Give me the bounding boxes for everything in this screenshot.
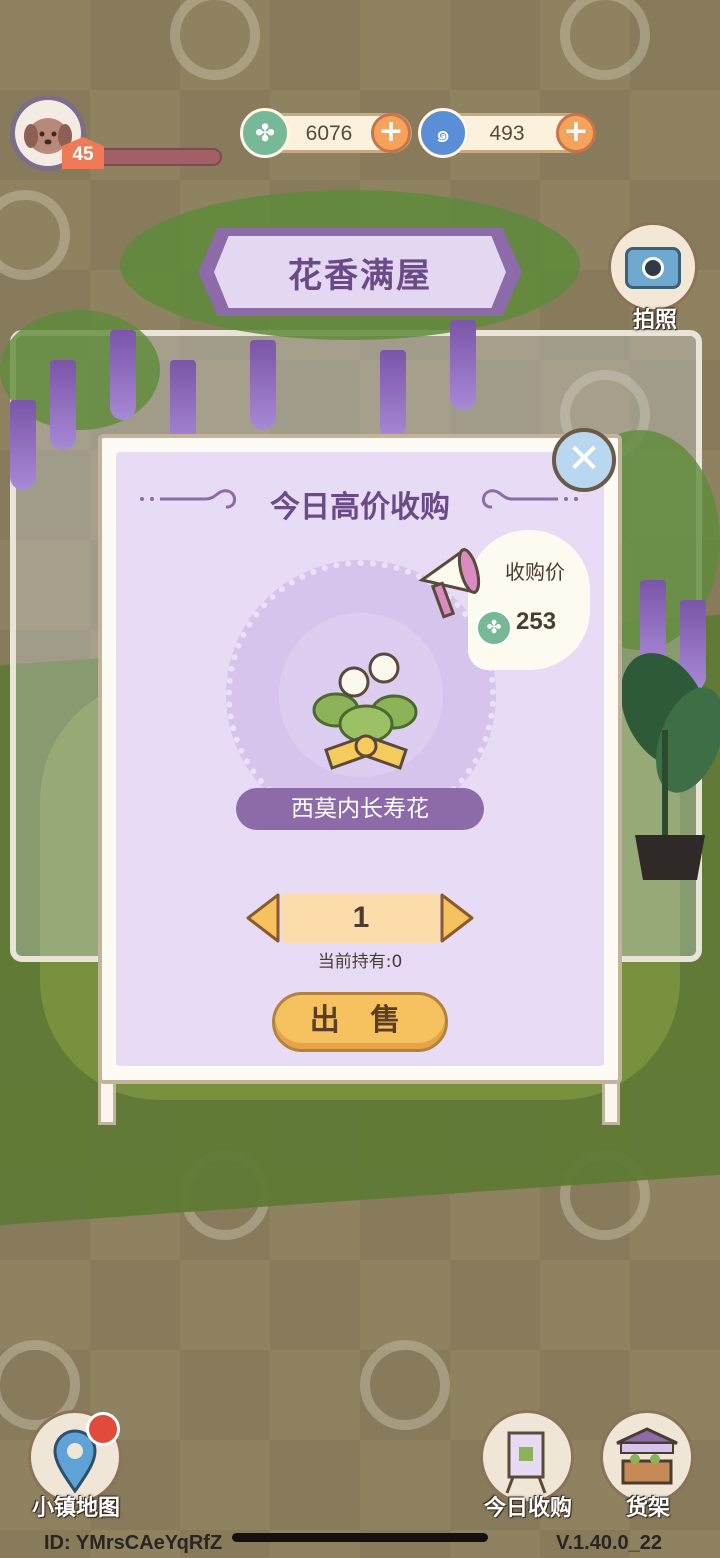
market-stall-icon <box>616 1427 678 1485</box>
shelf-label: 货架 <box>625 1496 670 1521</box>
title-flourish-right <box>482 489 578 509</box>
add-gem-button[interactable]: + <box>556 113 596 153</box>
camera-label: 拍照 <box>632 308 677 333</box>
sun-decoration <box>0 190 70 280</box>
sun-decoration <box>560 0 650 80</box>
add-clover-button[interactable]: + <box>371 113 411 153</box>
clover-currency-icon: ✤ <box>240 108 290 158</box>
today-purchase-label: 今日收购 <box>483 1496 572 1521</box>
title-flourish-left <box>140 489 236 509</box>
quantity-value: 1 <box>282 893 440 943</box>
kalanchoe-plant-icon <box>312 652 418 770</box>
close-button[interactable]: ✕ <box>552 428 616 492</box>
notification-dot <box>86 1412 120 1446</box>
wisteria-flower <box>50 360 76 450</box>
holding-count: 当前持有:0 <box>317 952 403 972</box>
experience-bar <box>96 148 222 166</box>
wisteria-flower <box>380 350 406 440</box>
wisteria-flower <box>450 320 476 410</box>
potted-palm-plant <box>620 653 720 880</box>
home-indicator[interactable] <box>232 1533 488 1542</box>
camera-button[interactable] <box>608 222 698 312</box>
clover-amount: 6076 <box>305 122 353 145</box>
camera-icon <box>625 247 681 289</box>
wisteria-flower <box>10 400 36 490</box>
gem-amount: 493 <box>489 122 525 145</box>
item-name: 西莫内长寿花 <box>236 788 484 830</box>
version-text: V.1.40.0_22 <box>556 1532 663 1554</box>
price-label: 收购价 <box>505 560 565 584</box>
sun-decoration <box>170 0 260 80</box>
swirl-gem-icon: ๑ <box>418 108 468 158</box>
price-speech-bubble <box>468 530 590 670</box>
town-map-label: 小镇地图 <box>31 1496 120 1521</box>
clover-icon: ✤ <box>476 610 512 646</box>
price-value: 253 <box>516 608 557 635</box>
increase-quantity-button[interactable] <box>440 892 476 944</box>
modal-title: 今日高价收购 <box>270 490 450 525</box>
player-id: ID: YMrsCAeYqRfZ <box>44 1532 223 1554</box>
wisteria-flower <box>110 330 136 420</box>
sun-decoration <box>360 1340 450 1430</box>
decrease-quantity-button[interactable] <box>244 892 280 944</box>
wisteria-flower <box>250 340 276 430</box>
megaphone-icon <box>418 547 481 619</box>
shop-title: 花香满屋 <box>288 255 432 296</box>
sell-button[interactable]: 出 售 <box>272 992 448 1052</box>
notice-board-icon <box>505 1431 547 1494</box>
shop-title-banner-inner: 花香满屋 <box>214 236 506 308</box>
